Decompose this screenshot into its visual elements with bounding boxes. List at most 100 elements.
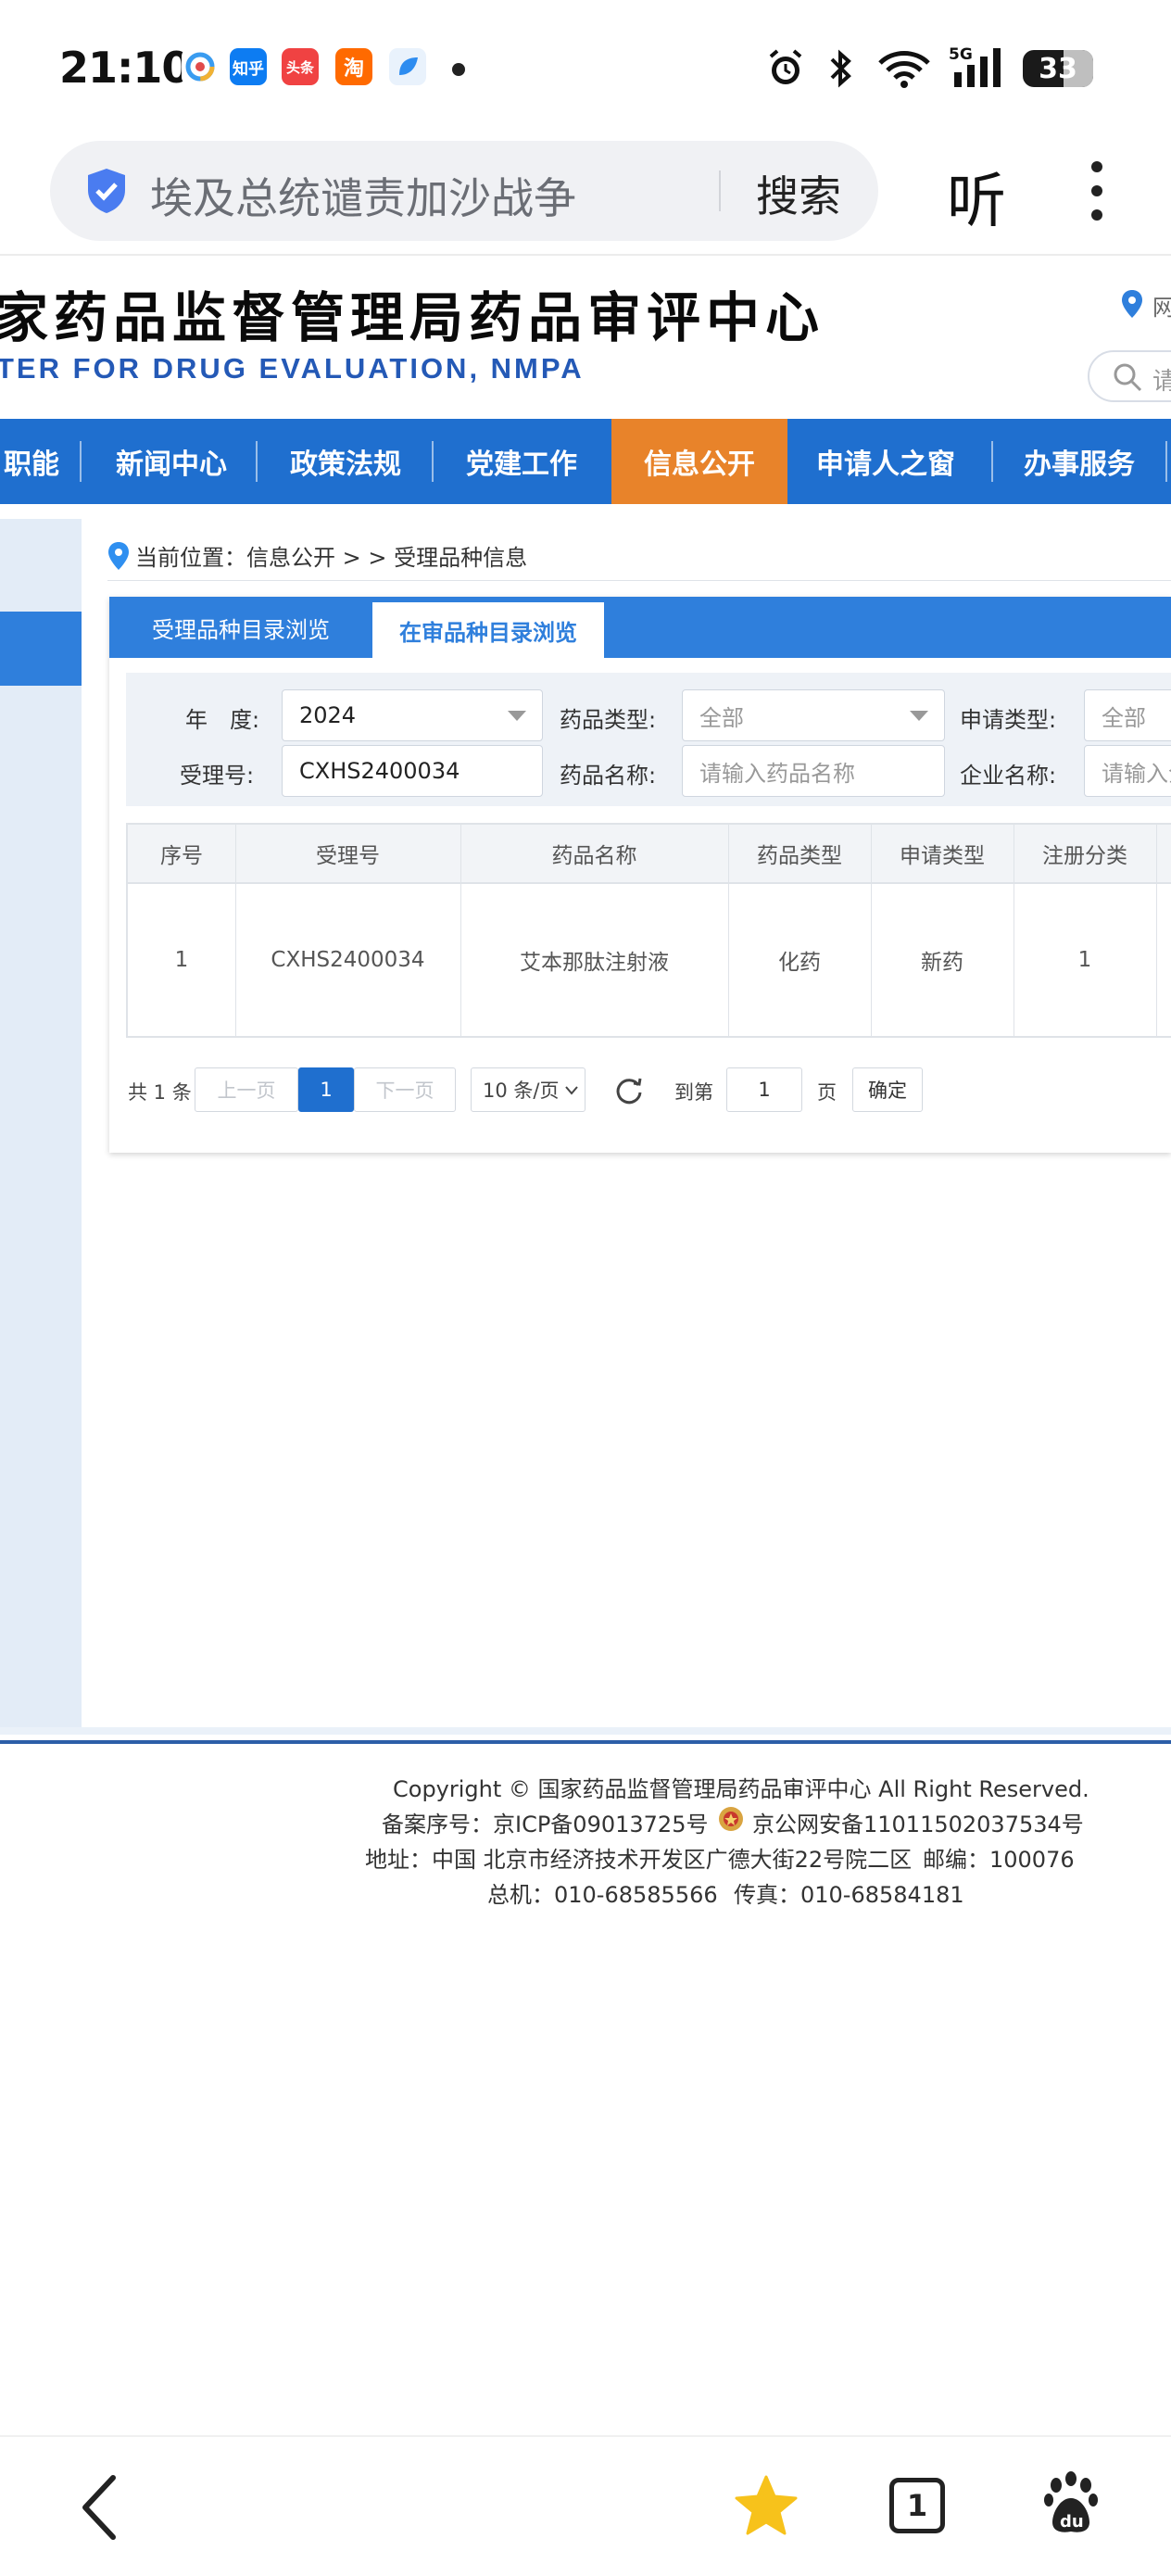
bluetooth-icon: [830, 49, 851, 88]
footer-copyright: Copyright © 国家药品监督管理局药品审评中心 All Right Re…: [393, 1776, 1089, 1802]
apply-type-value: 全部: [1102, 704, 1146, 731]
footer-divider: [0, 1740, 1171, 1744]
nav-item-policy[interactable]: 政策法规: [265, 419, 426, 504]
nav-divider: [80, 441, 82, 482]
site-title-cn: 家药品监督管理局药品审评中心: [0, 286, 825, 349]
baidu-paw-icon[interactable]: du: [1041, 2470, 1101, 2537]
browser-divider: [0, 254, 1171, 256]
nav-divider: [432, 441, 434, 482]
company-label: 企业名称:: [960, 763, 1057, 789]
drug-type-label: 药品类型:: [560, 707, 657, 733]
app-icon-toutiao: 头条: [282, 48, 319, 85]
nav-item-news[interactable]: 新闻中心: [89, 419, 254, 504]
address-text[interactable]: 埃及总统谴责加沙战争: [150, 165, 576, 226]
page-1-button[interactable]: 1: [298, 1067, 354, 1112]
battery-level: 33: [1039, 52, 1077, 85]
nav-item-services[interactable]: 办事服务: [1002, 419, 1156, 504]
back-icon[interactable]: [78, 2474, 120, 2541]
apply-type-label: 申请类型:: [960, 707, 1057, 733]
footer-police[interactable]: 京公网安备11011502037534号: [752, 1806, 1084, 1838]
drug-name-label: 药品名称:: [560, 763, 657, 789]
next-page-button[interactable]: 下一页: [354, 1067, 456, 1112]
accept-no-value: CXHS2400034: [299, 758, 460, 784]
app-icon-zhihu: 知乎: [230, 48, 267, 85]
listen-button[interactable]: 听: [947, 154, 1006, 239]
accept-no-input[interactable]: CXHS2400034: [282, 745, 543, 797]
nav-item-info-public[interactable]: 信息公开: [611, 419, 787, 504]
th-drug-type: 药品类型: [757, 844, 842, 868]
left-sidebar: [0, 519, 82, 1727]
accept-no-label: 受理号:: [180, 763, 255, 789]
goto-page-input[interactable]: 1: [726, 1067, 802, 1112]
nav-item-party[interactable]: 党建工作: [441, 419, 602, 504]
breadcrumb: 当前位置：信息公开 > > 受理品种信息: [135, 545, 528, 571]
police-badge-icon: [719, 1807, 743, 1831]
bottom-nav-divider: [0, 2435, 1171, 2437]
th-drug-name: 药品名称: [551, 844, 637, 868]
company-input[interactable]: 请输入企: [1084, 745, 1171, 797]
td-drug-name[interactable]: 艾本那肽注射液: [460, 884, 728, 1036]
search-button[interactable]: 搜索: [756, 163, 841, 224]
sidebar-active-item[interactable]: [0, 612, 82, 686]
footer-address: 地址：中国 北京市经济技术开发区广德大街22号院二区: [365, 1847, 913, 1873]
shield-icon: [88, 169, 125, 213]
year-value: 2024: [299, 702, 357, 728]
wifi-icon: [878, 51, 930, 88]
site-search-placeholder: 请: [1152, 368, 1171, 396]
th-reg-class: 注册分类: [1042, 844, 1127, 868]
site-title-en: TER FOR DRUG EVALUATION, NMPA: [0, 352, 585, 385]
drug-name-placeholder: 请输入药品名称: [699, 760, 855, 787]
drug-type-select[interactable]: 全部: [682, 689, 945, 741]
page-size-select[interactable]: 10 条/页: [471, 1067, 586, 1112]
td-accept-no[interactable]: CXHS2400034: [235, 884, 460, 1036]
tab-under-review-catalog[interactable]: 在审品种目录浏览: [372, 602, 604, 658]
notification-dot: [452, 63, 465, 76]
refresh-icon[interactable]: [613, 1075, 645, 1106]
tabs-count-button[interactable]: 1: [889, 2478, 945, 2533]
alarm-icon: [769, 49, 802, 84]
app-icon-browser: [389, 48, 426, 85]
bookmark-star-icon[interactable]: [734, 2474, 799, 2537]
prev-page-button[interactable]: 上一页: [195, 1067, 298, 1112]
nav-item-applicant[interactable]: 申请人之窗: [793, 419, 978, 504]
breadcrumb-pin-icon: [108, 542, 129, 570]
chevron-down-icon: [565, 1086, 578, 1095]
nav-divider: [1165, 441, 1167, 482]
company-placeholder: 请输入企: [1102, 760, 1171, 787]
th-apply-type: 申请类型: [900, 844, 985, 868]
table-col-divider: [1156, 825, 1157, 1036]
cellular-5g-icon: 5G: [949, 45, 1001, 87]
goto-label: 到第: [674, 1081, 713, 1104]
search-icon: [1114, 363, 1142, 392]
app-icon-messenger: [182, 48, 219, 85]
year-label: 年 度:: [185, 707, 260, 733]
nav-divider: [256, 441, 258, 482]
th-accept-no: 受理号: [316, 844, 380, 868]
td-reg-class: 1: [1077, 948, 1092, 972]
chevron-down-icon: [910, 711, 928, 721]
year-select[interactable]: 2024: [282, 689, 543, 741]
footer-icp[interactable]: 备案序号：京ICP备09013725号: [382, 1806, 708, 1838]
location-pin-icon: [1122, 290, 1142, 318]
svg-text:5G: 5G: [949, 45, 973, 64]
drug-type-value: 全部: [699, 704, 744, 731]
apply-type-select[interactable]: 全部: [1084, 689, 1171, 741]
status-time: 21:10: [59, 43, 191, 93]
drug-name-input[interactable]: 请输入药品名称: [682, 745, 945, 797]
nav-item-functions[interactable]: 职能: [0, 419, 63, 504]
pagination-total: 共 1 条: [128, 1081, 192, 1104]
more-menu-icon[interactable]: [1088, 159, 1106, 222]
address-divider: [719, 170, 721, 211]
td-drug-type: 化药: [778, 951, 821, 975]
confirm-button[interactable]: 确定: [852, 1067, 923, 1112]
location-text[interactable]: 网: [1152, 289, 1171, 322]
svg-text:du: du: [1060, 2512, 1084, 2532]
tab-accepted-catalog[interactable]: 受理品种目录浏览: [130, 597, 352, 658]
td-apply-type: 新药: [921, 951, 963, 975]
footer-postcode: 邮编：100076: [923, 1847, 1075, 1873]
app-icon-taobao: 淘: [335, 48, 372, 85]
footer-phone: 总机：010-68585566: [487, 1882, 718, 1908]
nav-divider: [991, 441, 993, 482]
chevron-down-icon: [508, 711, 526, 721]
breadcrumb-divider: [107, 580, 1171, 581]
